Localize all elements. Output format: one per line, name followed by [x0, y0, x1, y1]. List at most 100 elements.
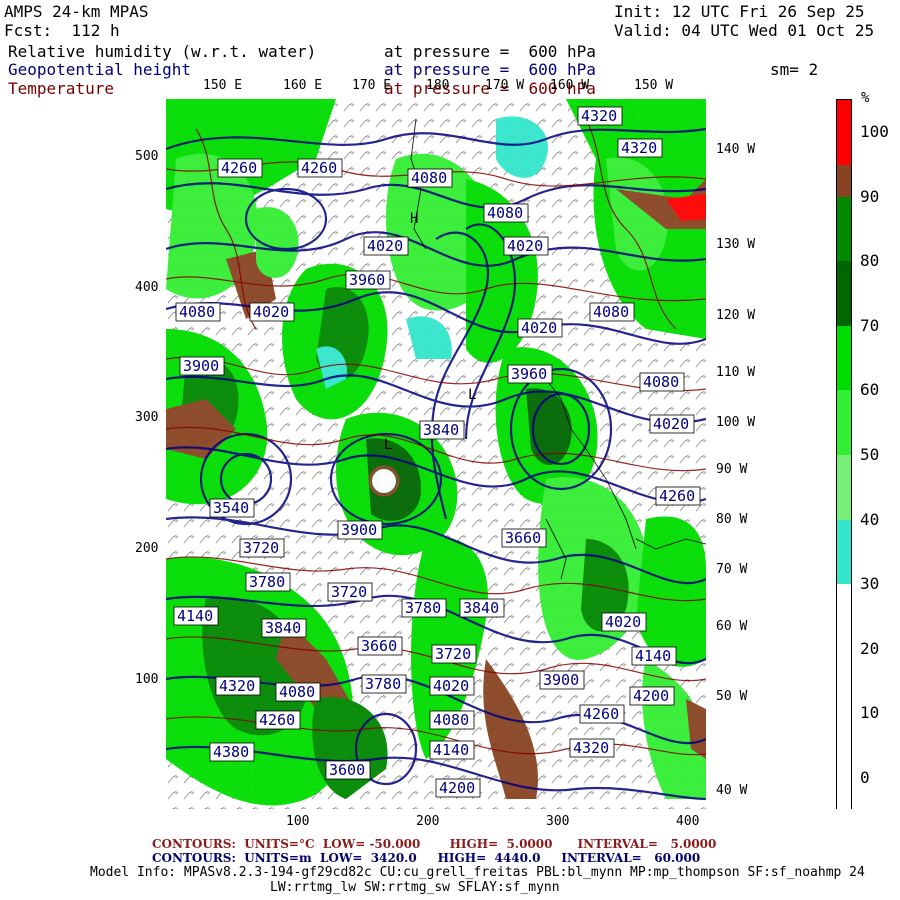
height-label-box: 3900 [539, 670, 585, 690]
height-label-box: 4140 [173, 606, 219, 626]
colorbar-label: 60 [860, 380, 880, 400]
height-label-box: 3840 [459, 598, 505, 618]
height-label-box: 3540 [209, 498, 255, 518]
lon-label-right: 50 W [716, 689, 748, 704]
height-label: 4140 [177, 607, 213, 625]
height-label: 4380 [213, 743, 249, 761]
high-marker: H [410, 211, 418, 227]
height-label: 3540 [213, 499, 249, 517]
colorbar-segment [837, 390, 851, 455]
lon-label-right: 110 W [716, 365, 756, 380]
height-label: 4020 [253, 303, 289, 321]
height-label: 3900 [183, 357, 219, 375]
lon-label-right: 90 W [716, 462, 748, 477]
lon-label-right: 120 W [716, 308, 756, 323]
height-label: 3660 [505, 529, 541, 547]
height-label-box: 4020 [249, 302, 295, 322]
x-tick: 300 [546, 814, 570, 829]
field-temp-name: Temperature [8, 79, 114, 98]
lon-label: 170 E [352, 78, 392, 93]
colorbar-unit: % [861, 90, 870, 106]
x-tick: 100 [286, 814, 310, 829]
height-label: 4020 [605, 613, 641, 631]
forecast-hour: Fcst: 112 h [4, 21, 120, 40]
colorbar-label: 20 [860, 638, 880, 658]
x-tick: 400 [676, 814, 700, 829]
height-label-box: 4080 [275, 682, 321, 702]
height-label-box: 4020 [601, 612, 647, 632]
colorbar-segment [837, 325, 851, 391]
height-label-box: 3960 [507, 364, 553, 384]
height-label: 4140 [635, 647, 671, 665]
valid-time: Valid: 04 UTC Wed 01 Oct 25 [614, 21, 875, 40]
height-label: 3600 [329, 761, 365, 779]
lon-label: 160 E [283, 78, 323, 93]
height-label-box: 3720 [431, 644, 477, 664]
colorbar-label: 40 [860, 509, 880, 529]
height-label-box: 4260 [655, 486, 701, 506]
colorbar-label: 70 [860, 315, 880, 335]
height-label-box: 4080 [639, 372, 685, 392]
map-plot-area: 4260 4260 4080 4320 4320 4080 4020 4020 … [166, 99, 706, 809]
height-label-box: 4200 [435, 778, 481, 798]
height-label: 4080 [487, 204, 523, 222]
y-tick: 400 [135, 280, 159, 295]
height-label-box: 4320 [215, 676, 261, 696]
height-label: 4080 [433, 711, 469, 729]
lon-label-right: 100 W [716, 415, 756, 430]
height-label-box: 4140 [429, 740, 475, 760]
colorbar-label: 30 [860, 574, 880, 594]
lon-label-right: 40 W [716, 783, 748, 798]
height-label-box: 4020 [517, 318, 563, 338]
height-label-box: 4020 [429, 676, 475, 696]
height-label-box: 4020 [649, 414, 695, 434]
height-label: 3900 [341, 521, 377, 539]
height-label: 3960 [511, 365, 547, 383]
height-label-box: 3780 [245, 572, 291, 592]
height-label-box: 3600 [325, 760, 371, 780]
height-label-box: 3660 [501, 528, 547, 548]
lon-label-right: 130 W [716, 237, 756, 252]
colorbar-label: 80 [860, 251, 880, 271]
height-label: 4260 [301, 159, 337, 177]
height-label: 3840 [265, 619, 301, 637]
height-label-box: 3720 [239, 538, 285, 558]
field-rh-name: Relative humidity (w.r.t. water) [8, 42, 317, 61]
height-label: 4260 [583, 705, 619, 723]
model-info-physics: LW:rrtmg_lw SW:rrtmg_sw SFLAY:sf_mynn [270, 880, 560, 895]
height-label-box: 4260 [297, 158, 343, 178]
height-label-box: 3660 [357, 636, 403, 656]
colorbar-segment [837, 196, 851, 262]
height-label: 3840 [463, 599, 499, 617]
field-rh-level: at pressure = 600 hPa [384, 42, 596, 61]
height-label: 4080 [279, 683, 315, 701]
height-label-box: 4200 [629, 686, 675, 706]
height-label: 4260 [259, 711, 295, 729]
map-svg: 4260 4260 4080 4320 4320 4080 4020 4020 … [166, 99, 706, 809]
height-label: 4080 [593, 303, 629, 321]
height-label: 3720 [435, 645, 471, 663]
height-label-box: 4080 [589, 302, 635, 322]
model-title: AMPS 24-km MPAS [4, 2, 149, 21]
height-label-box: 4320 [569, 738, 615, 758]
colorbar-label: 90 [860, 186, 880, 206]
height-label: 3660 [361, 637, 397, 655]
lon-label-right: 80 W [716, 512, 748, 527]
lon-label-right: 60 W [716, 619, 748, 634]
height-label: 3960 [349, 271, 385, 289]
height-label: 4140 [433, 741, 469, 759]
height-label: 4020 [521, 319, 557, 337]
colorbar-label: 50 [860, 445, 880, 464]
height-label-box: 3840 [261, 618, 307, 638]
lon-label: 180 [426, 78, 450, 93]
height-label: 4020 [433, 677, 469, 695]
height-label: 4320 [573, 739, 609, 757]
height-label: 4320 [581, 107, 617, 125]
height-label-box: 4080 [175, 302, 221, 322]
lon-label: 160 W [550, 78, 590, 93]
height-label-box: 3720 [327, 582, 373, 602]
height-label-box: 4080 [407, 168, 453, 188]
height-label-box: 4080 [429, 710, 475, 730]
lon-label-right: 140 W [716, 142, 756, 157]
height-label: 4080 [179, 303, 215, 321]
